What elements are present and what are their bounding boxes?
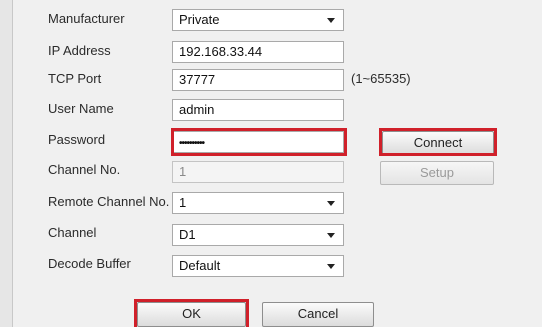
setup-button[interactable]: Setup bbox=[380, 161, 494, 185]
tcp-port-range-hint: (1~65535) bbox=[351, 71, 411, 86]
chevron-down-icon bbox=[327, 233, 335, 238]
connect-button[interactable]: Connect bbox=[382, 131, 494, 155]
channel-no-label: Channel No. bbox=[48, 162, 121, 177]
password-value: •••••••••• bbox=[179, 138, 205, 149]
manufacturer-label: Manufacturer bbox=[48, 11, 125, 26]
manufacturer-select[interactable]: Private bbox=[172, 9, 344, 31]
decode-buffer-select[interactable]: Default bbox=[172, 255, 344, 277]
chevron-down-icon bbox=[327, 18, 335, 23]
ip-address-input[interactable]: 192.168.33.44 bbox=[172, 41, 344, 63]
channel-no-value: 1 bbox=[179, 164, 187, 179]
decode-buffer-value: Default bbox=[179, 258, 221, 273]
user-name-label: User Name bbox=[48, 101, 114, 116]
manufacturer-value: Private bbox=[179, 12, 220, 27]
tcp-port-value: 37777 bbox=[179, 72, 216, 87]
user-name-input[interactable]: admin bbox=[172, 99, 344, 121]
password-input[interactable]: •••••••••• bbox=[172, 131, 344, 153]
password-label: Password bbox=[48, 132, 106, 147]
remote-device-dialog: Manufacturer Private IP Address 192.168.… bbox=[0, 0, 542, 327]
ok-button[interactable]: OK bbox=[137, 302, 246, 327]
channel-no-input[interactable]: 1 bbox=[172, 161, 344, 183]
remote-channel-no-value: 1 bbox=[179, 195, 187, 210]
cancel-button[interactable]: Cancel bbox=[262, 302, 374, 327]
tcp-port-input[interactable]: 37777 bbox=[172, 69, 344, 91]
ip-address-label: IP Address bbox=[48, 43, 111, 58]
remote-channel-no-label: Remote Channel No. bbox=[48, 194, 170, 209]
remote-channel-no-select[interactable]: 1 bbox=[172, 192, 344, 214]
channel-label: Channel bbox=[48, 225, 97, 240]
ip-address-value: 192.168.33.44 bbox=[179, 44, 263, 59]
user-name-value: admin bbox=[179, 102, 215, 117]
chevron-down-icon bbox=[327, 201, 335, 206]
channel-value: D1 bbox=[179, 227, 196, 242]
channel-select[interactable]: D1 bbox=[172, 224, 344, 246]
chevron-down-icon bbox=[327, 264, 335, 269]
tcp-port-label: TCP Port bbox=[48, 71, 102, 86]
decode-buffer-label: Decode Buffer bbox=[48, 256, 131, 271]
dialog-left-border bbox=[0, 0, 13, 327]
